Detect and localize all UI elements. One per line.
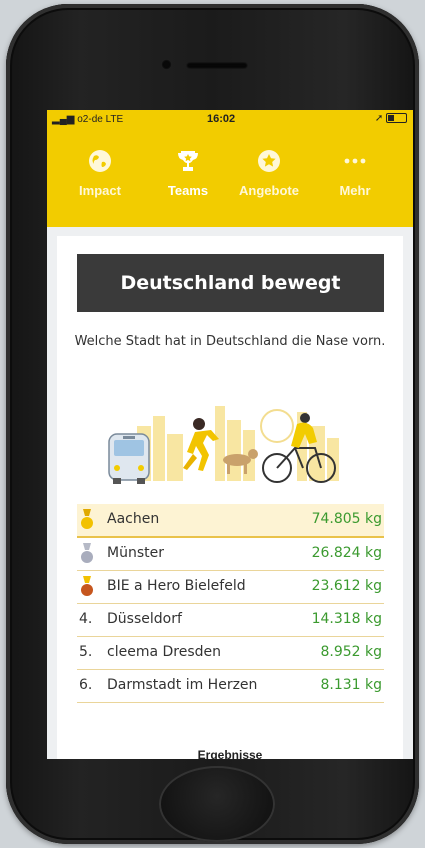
team-name: BIE a Hero Bielefeld — [107, 578, 246, 594]
team-value: 14.318 kg — [311, 611, 382, 627]
ranking-list: Aachen 74.805 kg Münster 26.824 kg BIE a… — [77, 504, 384, 703]
home-button[interactable] — [159, 766, 275, 842]
trophy-icon — [178, 151, 198, 171]
star-icon — [258, 150, 280, 172]
tab-label: Angebote — [239, 183, 299, 198]
team-value: 8.131 kg — [320, 677, 382, 693]
ranking-row[interactable]: 4. Düsseldorf 14.318 kg — [77, 604, 384, 637]
city-illustration — [108, 406, 339, 484]
rank-number: 4. — [79, 611, 93, 627]
rank-number: 6. — [79, 677, 93, 693]
bronze-medal-icon — [81, 576, 93, 596]
tab-mehr[interactable]: Mehr — [320, 149, 390, 198]
gold-medal-icon — [81, 509, 93, 529]
ranking-row[interactable]: 5. cleema Dresden 8.952 kg — [77, 637, 384, 670]
team-name: Münster — [107, 545, 164, 561]
team-name: Darmstadt im Herzen — [107, 677, 258, 693]
silver-medal-icon — [81, 543, 93, 563]
phone-frame: ▂▄▆ o2-de LTE 16:02 ➚ Impact Teams Angeb… — [6, 4, 419, 844]
ranking-row[interactable]: Aachen 74.805 kg — [77, 504, 384, 538]
front-camera — [161, 59, 172, 70]
card-title: Deutschland bewegt — [77, 254, 384, 312]
signal-icon: ▂▄▆ — [52, 114, 75, 125]
tab-impact[interactable]: Impact — [65, 149, 135, 198]
team-name: cleema Dresden — [107, 644, 221, 660]
status-right: ➚ — [375, 113, 407, 124]
tab-angebote[interactable]: Angebote — [234, 149, 304, 198]
carrier-name: o2-de — [77, 114, 103, 125]
network-type: LTE — [105, 114, 124, 125]
team-value: 23.612 kg — [311, 578, 382, 594]
location-icon: ➚ — [374, 113, 384, 124]
results-link[interactable]: Ergebnisse — [57, 748, 403, 759]
ranking-row[interactable]: Münster 26.824 kg — [77, 538, 384, 571]
globe-icon — [89, 150, 111, 172]
more-dots-icon — [344, 158, 366, 164]
content-card: Deutschland bewegt Welche Stadt hat in D… — [57, 236, 403, 759]
card-subtitle: Welche Stadt hat in Deutschland die Nase… — [74, 334, 386, 349]
team-name: Düsseldorf — [107, 611, 182, 627]
tab-label: Mehr — [339, 183, 371, 198]
carrier-info: ▂▄▆ o2-de LTE — [52, 114, 123, 125]
app-screen: ▂▄▆ o2-de LTE 16:02 ➚ Impact Teams Angeb… — [47, 110, 413, 759]
ranking-row[interactable]: BIE a Hero Bielefeld 23.612 kg — [77, 571, 384, 604]
ranking-row[interactable]: 6. Darmstadt im Herzen 8.131 kg — [77, 670, 384, 703]
top-navigation: Impact Teams Angebote Mehr — [47, 131, 413, 227]
tab-label: Impact — [79, 183, 121, 198]
team-name: Aachen — [107, 511, 160, 527]
team-value: 26.824 kg — [311, 545, 382, 561]
status-bar: ▂▄▆ o2-de LTE 16:02 ➚ — [47, 110, 413, 131]
rank-number: 5. — [79, 644, 93, 660]
tab-label: Teams — [167, 183, 209, 198]
tab-teams[interactable]: Teams — [153, 149, 223, 198]
battery-icon — [386, 113, 407, 124]
clock: 16:02 — [207, 113, 236, 125]
earpiece-speaker — [186, 62, 248, 69]
team-value: 74.805 kg — [311, 511, 382, 527]
team-value: 8.952 kg — [320, 644, 382, 660]
